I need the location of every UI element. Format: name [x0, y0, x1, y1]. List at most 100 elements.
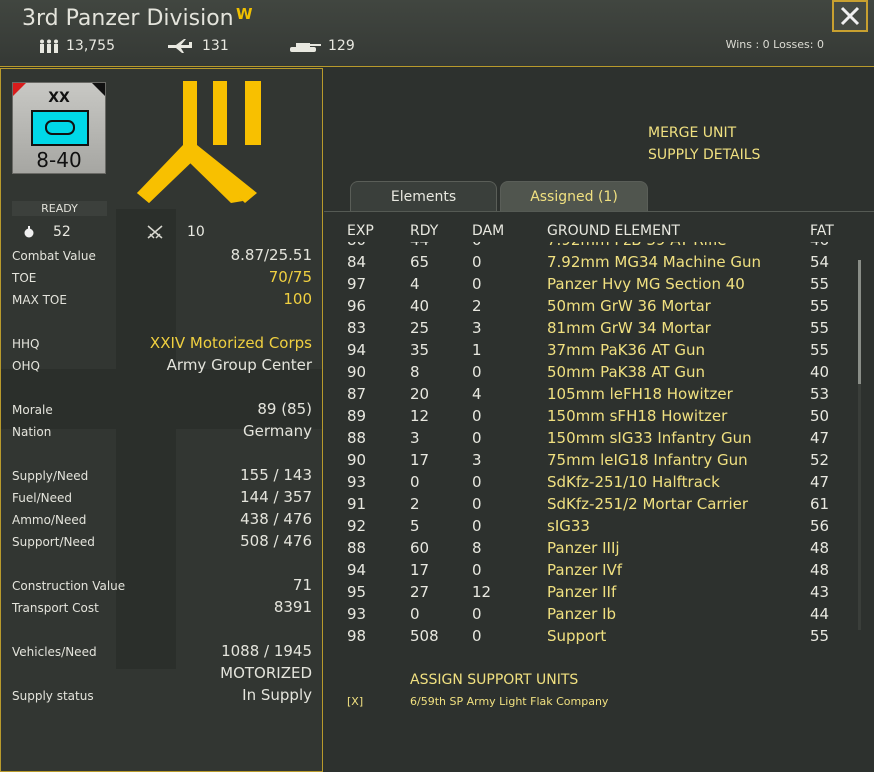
cell-rdy: 4	[410, 275, 420, 293]
cell-fat: 46	[810, 242, 829, 249]
tab-elements[interactable]: Elements	[350, 181, 497, 211]
cell-ground-element[interactable]: SdKfz-251/2 Mortar Carrier	[547, 495, 748, 513]
table-row[interactable]: 93 0 0 Panzer Ib 44	[324, 604, 859, 626]
cell-dam: 0	[472, 429, 482, 447]
cell-fat: 47	[810, 473, 830, 491]
cell-exp: 94	[347, 341, 367, 359]
armor-symbol-icon	[31, 110, 89, 146]
cell-dam: 0	[472, 407, 482, 425]
cell-exp: 88	[347, 539, 367, 557]
hhq-value[interactable]: XXIV Motorized Corps	[150, 334, 312, 352]
table-row[interactable]: 83 25 3 81mm GrW 34 Mortar 55	[324, 318, 859, 340]
cell-rdy: 20	[410, 385, 430, 403]
table-row[interactable]: 94 35 1 37mm PaK36 AT Gun 55	[324, 340, 859, 362]
cell-exp: 93	[347, 473, 367, 491]
supply-level-stat: 52	[23, 224, 71, 240]
cell-exp: 90	[347, 451, 367, 469]
cell-rdy: 44	[410, 242, 429, 249]
unit-strength: 8-40	[36, 148, 82, 172]
cell-rdy: 27	[410, 583, 430, 601]
table-row[interactable]: 88 3 0 150mm sIG33 Infantry Gun 47	[324, 428, 859, 450]
cell-ground-element[interactable]: sIG33	[547, 517, 590, 535]
supply-details-button[interactable]: SUPPLY DETAILS	[648, 147, 760, 163]
cell-rdy: 17	[410, 451, 430, 469]
cell-rdy: 60	[410, 539, 430, 557]
support-row: Support/Need 508 / 476	[12, 529, 312, 551]
table-row[interactable]: 88 60 8 Panzer IIIj 48	[324, 538, 859, 560]
aircraft-stat: 131	[166, 38, 229, 54]
header-fat[interactable]: FAT	[810, 223, 834, 239]
fuel-row: Fuel/Need 144 / 357	[12, 485, 312, 507]
tab-assigned[interactable]: Assigned (1)	[500, 181, 648, 211]
vehicles-row: Vehicles/Need 1088 / 1945	[12, 639, 312, 661]
cell-fat: 54	[810, 253, 830, 271]
supply-status-label: Supply status	[12, 689, 94, 703]
table-row[interactable]: 91 2 0 SdKfz-251/2 Mortar Carrier 61	[324, 494, 859, 516]
hhq-row: HHQ XXIV Motorized Corps	[12, 331, 312, 353]
max-toe-value[interactable]: 100	[283, 290, 312, 308]
cell-ground-element[interactable]: 50mm GrW 36 Mortar	[547, 297, 711, 315]
cell-ground-element[interactable]: 7.92mm PzB 39 AT Rifle	[547, 242, 727, 249]
cell-ground-element[interactable]: Panzer Hvy MG Section 40	[547, 275, 745, 293]
readiness-status: READY	[12, 201, 107, 216]
toe-value[interactable]: 70/75	[269, 268, 312, 286]
table-row[interactable]: 89 12 0 150mm sFH18 Howitzer 50	[324, 406, 859, 428]
cell-fat: 40	[810, 363, 830, 381]
cell-exp: 90	[347, 363, 367, 381]
cell-rdy: 5	[410, 517, 420, 535]
cell-ground-element[interactable]: Panzer IIf	[547, 583, 616, 601]
assign-support-units-button[interactable]: ASSIGN SUPPORT UNITS	[410, 672, 578, 688]
cell-ground-element[interactable]: 150mm sFH18 Howitzer	[547, 407, 727, 425]
cell-dam: 3	[472, 319, 482, 337]
cell-ground-element[interactable]: 105mm leFH18 Howitzer	[547, 385, 733, 403]
table-row[interactable]: 95 27 12 Panzer IIf 43	[324, 582, 859, 604]
cell-ground-element[interactable]: 37mm PaK36 AT Gun	[547, 341, 705, 359]
supply-status-value: In Supply	[242, 686, 312, 704]
cell-ground-element[interactable]: Support	[547, 627, 606, 645]
close-button[interactable]	[832, 0, 868, 32]
header-exp[interactable]: EXP	[347, 223, 374, 239]
header-ground-element[interactable]: GROUND ELEMENT	[547, 223, 680, 239]
unit-counter[interactable]: XX 8-40	[12, 82, 106, 174]
transport-row: Transport Cost 8391	[12, 595, 312, 617]
cell-ground-element[interactable]: 75mm leIG18 Infantry Gun	[547, 451, 748, 469]
cell-ground-element[interactable]: 7.92mm MG34 Machine Gun	[547, 253, 761, 271]
supply-level-value: 52	[53, 224, 71, 240]
max-toe-label: MAX TOE	[12, 293, 67, 307]
table-row[interactable]: 94 17 0 Panzer IVf 48	[324, 560, 859, 582]
cell-fat: 44	[810, 605, 830, 623]
assigned-unit-name[interactable]: 6/59th SP Army Light Flak Company	[410, 695, 608, 708]
scrollbar-thumb[interactable]	[858, 260, 861, 384]
cell-ground-element[interactable]: Panzer IIIj	[547, 539, 620, 557]
merge-unit-button[interactable]: MERGE UNIT	[648, 125, 736, 141]
cell-exp: 89	[347, 407, 367, 425]
nation-value: Germany	[243, 422, 312, 440]
table-row[interactable]: 93 0 0 SdKfz-251/10 Halftrack 47	[324, 472, 859, 494]
cell-ground-element[interactable]: 81mm GrW 34 Mortar	[547, 319, 711, 337]
wins-losses: Wins : 0 Losses: 0	[725, 38, 824, 51]
table-row[interactable]: 96 40 2 50mm GrW 36 Mortar 55	[324, 296, 859, 318]
supply-drop-icon	[24, 226, 34, 238]
table-row[interactable]: 90 17 3 75mm leIG18 Infantry Gun 52	[324, 450, 859, 472]
table-row[interactable]: 84 65 0 7.92mm MG34 Machine Gun 54	[324, 252, 859, 274]
table-row[interactable]: 87 20 4 105mm leFH18 Howitzer 53	[324, 384, 859, 406]
unit-size: XX	[48, 90, 70, 106]
ohq-label: OHQ	[12, 359, 40, 373]
header-rdy[interactable]: RDY	[410, 223, 438, 239]
construction-label: Construction Value	[12, 579, 126, 593]
cell-ground-element[interactable]: Panzer Ib	[547, 605, 616, 623]
cell-fat: 47	[810, 429, 830, 447]
assigned-unit-remove[interactable]: [X]	[347, 695, 363, 708]
cell-ground-element[interactable]: SdKfz-251/10 Halftrack	[547, 473, 720, 491]
table-row[interactable]: 80 44 0 7.92mm PzB 39 AT Rifle 46	[324, 242, 859, 252]
table-row[interactable]: 97 4 0 Panzer Hvy MG Section 40 55	[324, 274, 859, 296]
cell-ground-element[interactable]: 50mm PaK38 AT Gun	[547, 363, 705, 381]
table-row[interactable]: 92 5 0 sIG33 56	[324, 516, 859, 538]
cell-ground-element[interactable]: 150mm sIG33 Infantry Gun	[547, 429, 752, 447]
cell-rdy: 35	[410, 341, 430, 359]
cell-ground-element[interactable]: Panzer IVf	[547, 561, 622, 579]
table-row[interactable]: 90 8 0 50mm PaK38 AT Gun 40	[324, 362, 859, 384]
table-row[interactable]: 98 508 0 Support 55	[324, 626, 859, 648]
ohq-value: Army Group Center	[166, 356, 312, 374]
header-dam[interactable]: DAM	[472, 223, 504, 239]
